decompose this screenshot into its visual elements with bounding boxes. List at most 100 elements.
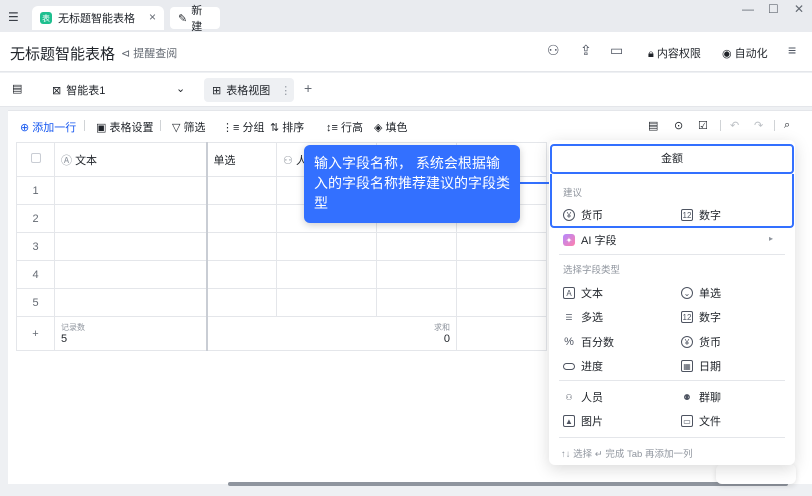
row-number: 1 — [16, 176, 55, 205]
row-height-label: 行高 — [340, 122, 363, 134]
type-option-person[interactable]: ⚇ 人员 — [563, 389, 603, 405]
sidebar-toggle-icon[interactable]: ☰ — [8, 10, 19, 24]
chevron-right-icon: ▸ — [769, 234, 774, 243]
count-label: 记录数 — [61, 323, 85, 332]
suggest-option-number[interactable]: 12 数字 — [681, 207, 721, 223]
menu-icon[interactable]: ≡ — [788, 42, 796, 58]
comment-icon[interactable]: ▭ — [610, 42, 623, 59]
type-option-file[interactable]: ▭ 文件 — [681, 413, 721, 429]
add-record-button[interactable]: + — [16, 316, 55, 351]
ai-field-option[interactable]: ✦ AI 字段 — [563, 232, 616, 248]
cell[interactable] — [206, 176, 277, 205]
remind-icon: ⊲ — [121, 48, 131, 60]
type-option-text[interactable]: A 文本 — [563, 285, 603, 301]
ai-sparkle-icon: ✦ — [563, 234, 575, 246]
column-header-single-select[interactable]: 单选 — [206, 142, 277, 177]
maximize-icon[interactable]: ☐ — [768, 2, 779, 16]
suggest-option-currency[interactable]: ¥ 货币 — [563, 207, 603, 223]
type-option-single-select[interactable]: ⌄ 单选 — [681, 285, 721, 301]
stat-cell[interactable] — [206, 316, 277, 351]
type-option-multi-select[interactable]: ☰ 多选 — [563, 309, 603, 325]
calendar-icon: ▦ — [681, 360, 693, 372]
count-stat[interactable]: 记录数 5 — [54, 316, 208, 351]
cell[interactable] — [376, 232, 457, 261]
fill-color-button[interactable]: ◈ 填色 — [374, 119, 408, 135]
table-row[interactable]: 3 — [16, 232, 547, 261]
table-row[interactable]: 4 — [16, 260, 547, 289]
search-icon[interactable]: ⌕ — [784, 119, 790, 132]
select-all-checkbox[interactable] — [16, 142, 55, 177]
image-icon: ▲ — [563, 415, 575, 427]
view-more-icon[interactable]: ⋮ — [280, 84, 291, 97]
stat-cell[interactable] — [276, 316, 377, 351]
minimize-icon[interactable]: — — [742, 2, 754, 16]
cell[interactable] — [54, 288, 208, 317]
history-icon[interactable]: ⊙ — [674, 119, 683, 132]
add-view-button[interactable]: + — [304, 80, 312, 96]
column-header-text[interactable]: Ⓐ 文本 — [54, 142, 208, 177]
table-row[interactable]: 5 — [16, 288, 547, 317]
cell[interactable] — [206, 288, 277, 317]
window-close-icon[interactable]: ✕ — [794, 2, 804, 16]
tab-grid-view[interactable]: ⊞ 表格视图 ⋮ — [204, 78, 294, 102]
cell[interactable] — [456, 260, 547, 289]
table-settings-button[interactable]: ▣ 表格设置 — [96, 119, 153, 135]
share-icon[interactable]: ⇪ — [580, 42, 592, 59]
sort-label: 排序 — [282, 122, 305, 134]
group-button[interactable]: ⋮≡ 分组 — [222, 119, 264, 135]
filter-label: 筛选 — [183, 122, 206, 134]
cell[interactable] — [276, 288, 377, 317]
permission-button[interactable]: 🔒︎ 内容权限 — [648, 45, 701, 61]
cell[interactable] — [456, 288, 547, 317]
sheet-dropdown-chevron-icon[interactable]: ⌄ — [176, 82, 185, 95]
field-name-input[interactable]: 金额 — [550, 144, 794, 174]
form-icon[interactable]: ▤ — [648, 119, 658, 132]
filter-button[interactable]: ▽ 筛选 — [172, 119, 206, 135]
type-option-date[interactable]: ▦ 日期 — [681, 358, 721, 374]
add-collaborator-icon[interactable]: ⚇ — [547, 42, 560, 59]
option-label: 货币 — [581, 210, 603, 222]
add-row-button[interactable]: ⊕ 添加一行 — [20, 119, 76, 135]
type-option-currency[interactable]: ¥ 货币 — [681, 334, 721, 350]
cell[interactable] — [54, 232, 208, 261]
tab-document[interactable]: 表 无标题智能表格 × — [32, 6, 164, 30]
new-tab-button[interactable]: ✎ 新建 — [170, 5, 220, 33]
cell[interactable] — [376, 288, 457, 317]
floating-help-button[interactable] — [716, 464, 796, 484]
cell[interactable] — [376, 260, 457, 289]
type-option-percent[interactable]: % 百分数 — [563, 334, 614, 350]
option-label: 日期 — [699, 361, 721, 373]
sort-button[interactable]: ⇅ 排序 — [270, 119, 304, 135]
redo-icon[interactable]: ↷ — [754, 119, 763, 132]
grid-view-icon: ⊞ — [212, 84, 222, 97]
row-height-button[interactable]: ↕≡ 行高 — [326, 119, 363, 135]
close-tab-icon[interactable]: × — [149, 10, 156, 24]
sheet-selector[interactable]: ⊠ 智能表1 — [52, 82, 105, 98]
sum-stat[interactable]: 求和 0 — [376, 316, 457, 351]
type-option-image[interactable]: ▲ 图片 — [563, 413, 603, 429]
cell[interactable] — [54, 204, 208, 233]
automation-button[interactable]: ◉ 自动化 — [722, 45, 768, 61]
toolbar-divider — [160, 120, 161, 131]
cell[interactable] — [54, 260, 208, 289]
percent-icon: % — [564, 336, 574, 348]
cell[interactable] — [206, 232, 277, 261]
stat-cell[interactable] — [456, 316, 547, 351]
cell[interactable] — [276, 260, 377, 289]
type-option-number[interactable]: 12 数字 — [681, 309, 721, 325]
option-label: 进度 — [581, 361, 603, 373]
type-option-progress[interactable]: 进度 — [563, 358, 603, 374]
type-option-group-chat[interactable]: ⚉ 群聊 — [681, 389, 721, 405]
cell[interactable] — [276, 232, 377, 261]
sheet-list-icon[interactable]: ▤ — [12, 82, 22, 95]
sum-label: 求和 — [434, 323, 450, 332]
cell[interactable] — [206, 204, 277, 233]
undo-icon[interactable]: ↶ — [730, 119, 739, 132]
document-title[interactable]: 无标题智能表格 — [10, 43, 115, 64]
cell[interactable] — [206, 260, 277, 289]
remind-button[interactable]: ⊲ 提醒查阅 — [121, 45, 177, 61]
horizontal-scrollbar[interactable] — [228, 482, 788, 486]
cell[interactable] — [456, 232, 547, 261]
check-icon[interactable]: ☑ — [698, 119, 708, 132]
cell[interactable] — [54, 176, 208, 205]
